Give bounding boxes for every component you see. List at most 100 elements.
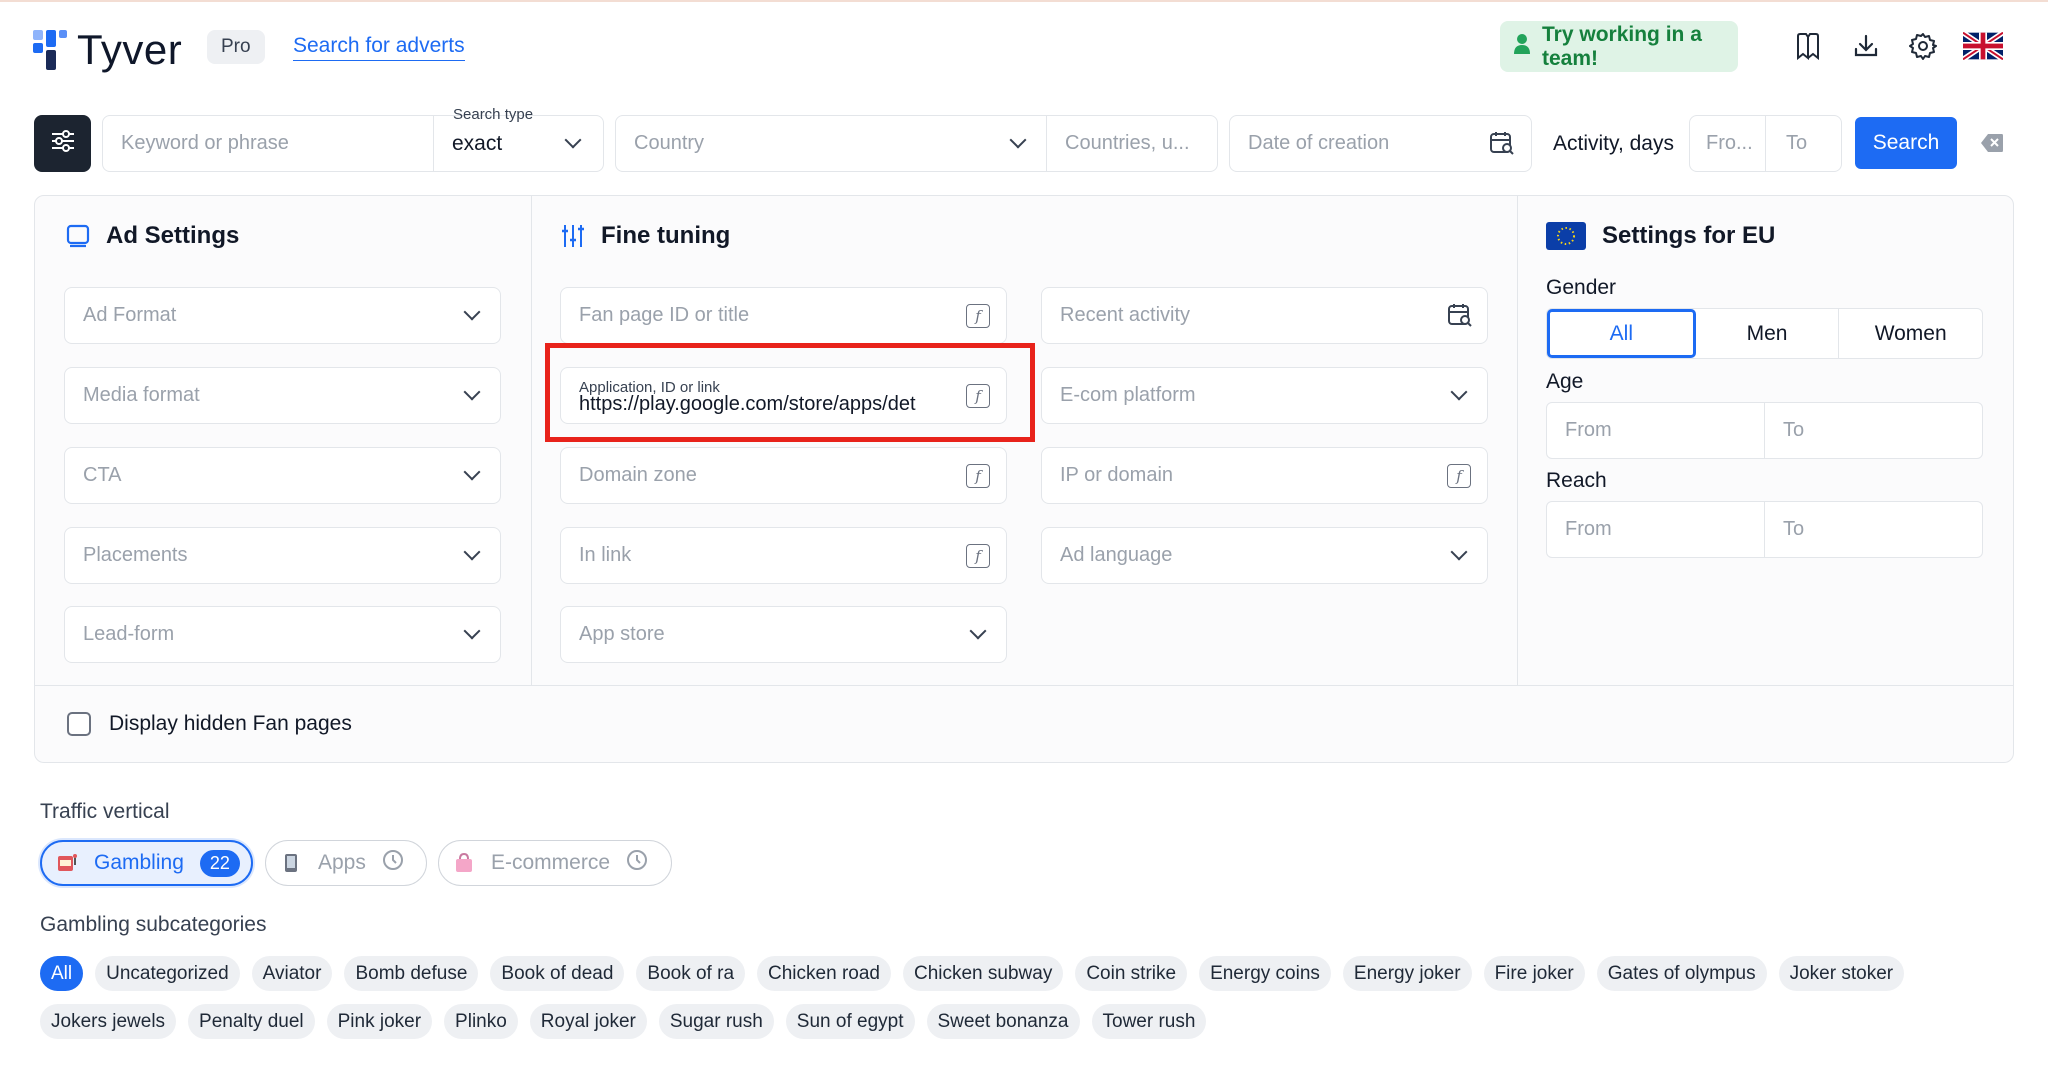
subcategory-chip[interactable]: Pink joker	[326, 1004, 433, 1039]
try-team-button[interactable]: Try working in a team!	[1500, 21, 1738, 72]
activity-to-placeholder: To	[1786, 132, 1808, 154]
apps-pill[interactable]: Apps	[265, 840, 427, 886]
subcategory-chip[interactable]: Sweet bonanza	[926, 1004, 1080, 1039]
hidden-fanpages-row[interactable]: Display hidden Fan pages	[67, 712, 352, 736]
age-from-input[interactable]: From	[1547, 403, 1765, 458]
gambling-pill[interactable]: Gambling 22	[40, 840, 253, 886]
subcategory-chip[interactable]: Tower rush	[1091, 1004, 1207, 1039]
gender-all-option[interactable]: All	[1547, 309, 1696, 358]
subcategory-chip[interactable]: Jokers jewels	[40, 1004, 177, 1039]
hidden-fanpages-checkbox[interactable]	[67, 712, 91, 736]
fan-page-input[interactable]: Fan page ID or title f	[560, 287, 1007, 344]
subcategory-chip[interactable]: Bomb defuse	[344, 956, 479, 991]
bookmark-icon[interactable]	[1792, 30, 1824, 62]
ecommerce-label: E-commerce	[491, 851, 611, 874]
subcategory-chip[interactable]: Joker stoker	[1778, 956, 1905, 991]
panel-divider	[1517, 195, 1518, 685]
equalizer-icon	[561, 223, 585, 249]
shopping-bag-icon	[453, 852, 475, 874]
in-link-input[interactable]: In link f	[560, 527, 1007, 584]
search-button[interactable]: Search	[1855, 117, 1957, 169]
subcategory-chip[interactable]: Sun of egypt	[785, 1004, 915, 1039]
search-type-label: Search type	[453, 106, 534, 123]
chevron-down-icon	[463, 303, 481, 321]
recent-activity-input[interactable]: Recent activity	[1041, 287, 1488, 344]
app-store-select[interactable]: App store	[560, 606, 1007, 663]
calendar-search-icon	[1447, 302, 1473, 334]
country-placeholder: Country	[634, 132, 705, 154]
fine-tuning-title: Fine tuning	[561, 222, 730, 250]
ad-format-select[interactable]: Ad Format	[64, 287, 501, 344]
uk-flag-icon[interactable]	[1963, 30, 2003, 62]
countries-input[interactable]: Countries, u...	[1046, 115, 1218, 172]
domain-zone-input[interactable]: Domain zone f	[560, 447, 1007, 504]
app-header: Tyver Pro Search for adverts Try working…	[0, 0, 2048, 95]
fine-tuning-title-text: Fine tuning	[601, 222, 731, 249]
cta-select[interactable]: CTA	[64, 447, 501, 504]
subcategory-chip[interactable]: Fire joker	[1483, 956, 1585, 991]
ecommerce-pill[interactable]: E-commerce	[438, 840, 672, 886]
keyword-input[interactable]: Keyword or phrase	[102, 115, 434, 172]
subcategory-chip[interactable]: Chicken road	[757, 956, 891, 991]
placements-select[interactable]: Placements	[64, 527, 501, 584]
clear-icon[interactable]	[1980, 133, 2004, 153]
reach-label: Reach	[1546, 469, 1607, 492]
highlight-box	[545, 343, 1035, 442]
logo-text: Tyver	[77, 26, 183, 73]
subcategory-chip[interactable]: Book of ra	[636, 956, 746, 991]
ad-settings-title: Ad Settings	[66, 222, 239, 250]
ad-language-select[interactable]: Ad language	[1041, 527, 1488, 584]
activity-to-input[interactable]: To	[1765, 115, 1842, 172]
date-of-creation-input[interactable]: Date of creation	[1229, 115, 1532, 172]
subcategory-chip[interactable]: Plinko	[444, 1004, 518, 1039]
country-select[interactable]: Country	[615, 115, 1047, 172]
subcategory-chip[interactable]: Coin strike	[1075, 956, 1188, 991]
download-icon[interactable]	[1850, 30, 1882, 62]
chevron-down-icon	[1450, 543, 1468, 561]
subcategory-chip[interactable]: Royal joker	[529, 1004, 647, 1039]
monitor-icon	[66, 224, 90, 248]
subcategory-chip[interactable]: Chicken subway	[902, 956, 1064, 991]
age-range: From To	[1546, 402, 1983, 459]
search-adverts-link[interactable]: Search for adverts	[293, 34, 465, 61]
panel-divider	[35, 685, 2013, 686]
reach-from-input[interactable]: From	[1547, 502, 1765, 557]
lead-form-select[interactable]: Lead-form	[64, 606, 501, 663]
subcategory-chip[interactable]: Uncategorized	[95, 956, 240, 991]
ad-format-placeholder: Ad Format	[83, 304, 177, 326]
chevron-down-icon	[969, 622, 987, 640]
media-format-select[interactable]: Media format	[64, 367, 501, 424]
ip-domain-input[interactable]: IP or domain f	[1041, 447, 1488, 504]
subcategory-chip[interactable]: Energy coins	[1199, 956, 1331, 991]
chevron-down-icon	[564, 131, 582, 149]
plan-badge: Pro	[207, 30, 265, 64]
subcategory-chip[interactable]: All	[40, 956, 84, 991]
clock-icon	[626, 849, 648, 877]
ip-domain-placeholder: IP or domain	[1060, 464, 1174, 486]
function-icon: f	[966, 304, 990, 328]
ecom-platform-select[interactable]: E-com platform	[1041, 367, 1488, 424]
phone-icon	[280, 852, 302, 874]
subcategory-chip[interactable]: Penalty duel	[188, 1004, 315, 1039]
in-link-placeholder: In link	[579, 544, 632, 566]
subcategory-chip[interactable]: Gates of olympus	[1596, 956, 1767, 991]
gender-women-option[interactable]: Women	[1839, 309, 1982, 358]
reach-to-input[interactable]: To	[1765, 502, 1982, 557]
subcategory-chip[interactable]: Energy joker	[1342, 956, 1472, 991]
fan-page-placeholder: Fan page ID or title	[579, 304, 750, 326]
subcategory-chip[interactable]: Sugar rush	[658, 1004, 774, 1039]
chevron-down-icon	[463, 463, 481, 481]
lead-form-placeholder: Lead-form	[83, 623, 175, 645]
gear-icon[interactable]	[1907, 30, 1939, 62]
activity-from-input[interactable]: Fro...	[1689, 115, 1766, 172]
chevron-down-icon	[463, 543, 481, 561]
subcategory-chip[interactable]: Book of dead	[490, 956, 625, 991]
activity-days-label: Activity, days	[1553, 132, 1674, 155]
logo[interactable]: Tyver	[33, 26, 182, 74]
gender-men-option[interactable]: Men	[1696, 309, 1840, 358]
subcategory-chip[interactable]: Aviator	[251, 956, 333, 991]
age-to-input[interactable]: To	[1765, 403, 1982, 458]
calendar-search-icon	[1489, 130, 1515, 162]
reach-range: From To	[1546, 501, 1983, 558]
filter-toggle-button[interactable]	[34, 115, 91, 172]
